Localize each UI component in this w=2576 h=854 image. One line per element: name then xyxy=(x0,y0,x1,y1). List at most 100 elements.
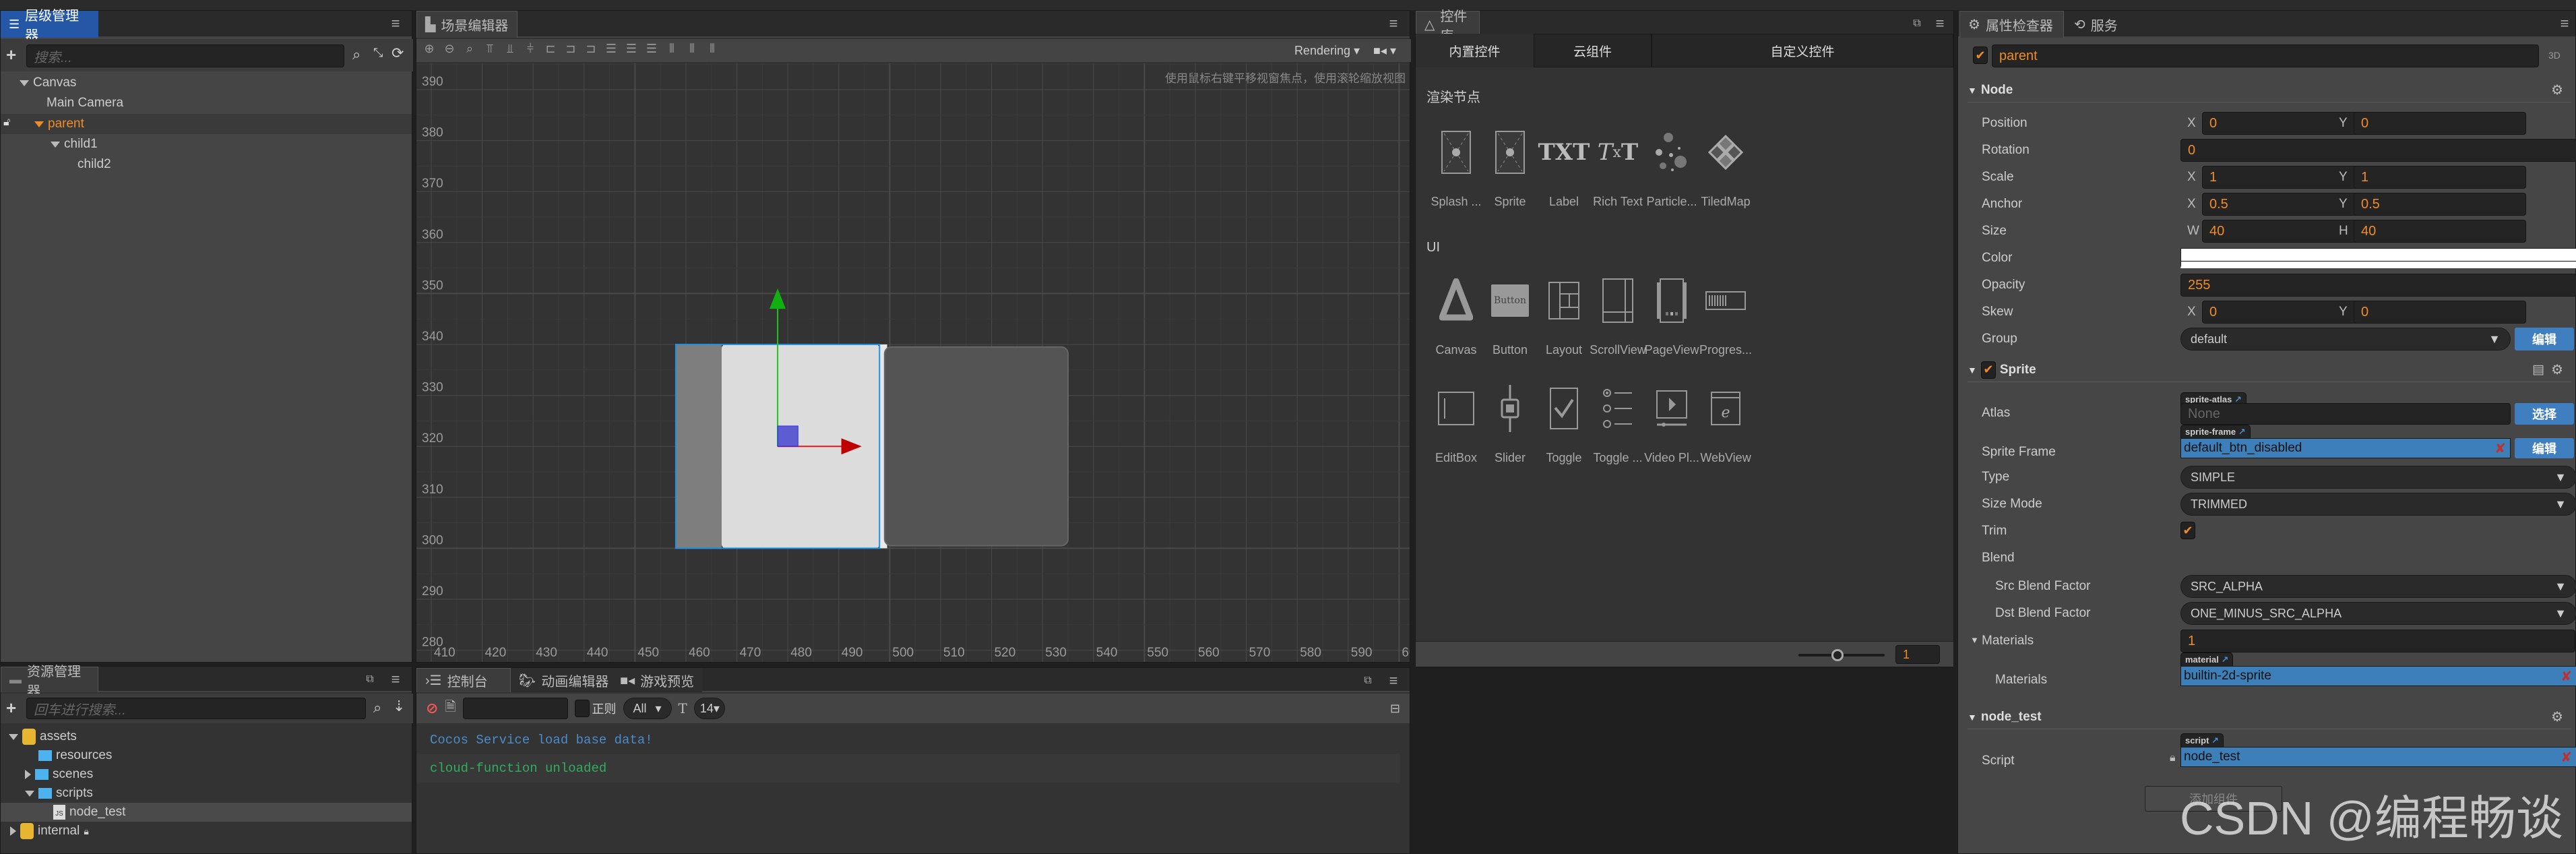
asset-scenes[interactable]: scenes xyxy=(1,765,412,784)
clear-icon[interactable]: ✘ xyxy=(2561,749,2572,766)
zoom-reset-icon[interactable]: ⌕ xyxy=(462,42,477,59)
add-node-icon[interactable]: + xyxy=(6,44,16,65)
expand-triangle-icon[interactable] xyxy=(20,80,29,86)
tab-animation-editor[interactable]: 🐎︎ 动画编辑器 xyxy=(511,668,617,692)
skew-x-input[interactable]: 0 xyxy=(2202,301,2375,324)
rotation-input[interactable]: 0 xyxy=(2180,139,2576,162)
panel-menu-icon[interactable]: ≡ xyxy=(387,16,404,31)
clear-icon[interactable]: ✘ xyxy=(2561,668,2572,685)
tree-node-child2[interactable]: child2 xyxy=(1,154,412,175)
sprite-section-header[interactable]: ▼ ✔ Sprite ▤ ⚙ xyxy=(1968,358,2571,382)
tab-custom-widgets[interactable]: 自定义控件 xyxy=(1652,34,1953,67)
group-edit-button[interactable]: 编辑 xyxy=(2515,328,2574,350)
distribute-hcenter-icon[interactable]: ⫴ xyxy=(685,42,699,59)
widget-progressbar[interactable]: Progres... xyxy=(1685,270,1766,371)
tab-cloud-components[interactable]: 云组件 xyxy=(1534,34,1652,67)
rendering-dropdown[interactable]: Rendering ▾ xyxy=(1294,44,1360,58)
position-y-input[interactable]: 0 xyxy=(2354,112,2526,135)
anchor-x-input[interactable]: 0.5 xyxy=(2202,193,2375,216)
expand-triangle-icon[interactable] xyxy=(9,733,18,740)
node-name-input[interactable]: parent xyxy=(1992,44,2539,67)
dst-blend-factor-select[interactable]: ONE_MINUS_SRC_ALPHA ▼ xyxy=(2180,602,2576,625)
gear-icon[interactable]: ⚙ xyxy=(2551,82,2563,98)
popout-icon[interactable]: ⧉ xyxy=(362,672,378,687)
console-filter-input[interactable] xyxy=(462,698,568,719)
clear-icon[interactable]: ✘ xyxy=(2494,440,2506,457)
panel-menu-icon[interactable]: ≡ xyxy=(1385,673,1402,688)
asset-scripts[interactable]: scripts xyxy=(1,784,412,803)
node-active-checkbox[interactable]: ✔ xyxy=(1973,47,1988,64)
sprite-enabled-checkbox[interactable]: ✔ xyxy=(1980,361,1996,379)
align-bottom-icon[interactable]: ⫩ xyxy=(523,42,538,59)
slider-knob[interactable] xyxy=(1831,649,1844,661)
trim-checkbox[interactable]: ✔ xyxy=(2180,522,2195,539)
asset-node-test[interactable]: JS node_test xyxy=(1,803,412,822)
tree-node-child1[interactable]: child1 xyxy=(1,134,412,154)
clear-icon[interactable]: ⊘ xyxy=(426,700,438,717)
panel-menu-icon[interactable]: ≡ xyxy=(1385,16,1402,31)
tree-node-main-camera[interactable]: Main Camera xyxy=(1,93,412,113)
align-right-icon[interactable]: ⊐ xyxy=(584,42,598,59)
refresh-icon[interactable]: ⟳ xyxy=(391,44,404,62)
align-top-icon[interactable]: ⫪ xyxy=(482,42,497,59)
tree-node-canvas[interactable]: Canvas xyxy=(1,73,412,93)
tree-node-parent[interactable]: 🔓︎ parent xyxy=(1,114,412,134)
icon-size-slider[interactable] xyxy=(1798,649,1885,661)
panel-menu-icon[interactable]: ≡ xyxy=(1932,16,1948,31)
hierarchy-search-input[interactable]: 搜索... xyxy=(26,44,344,67)
popout-icon[interactable]: ⧉ xyxy=(1360,673,1376,688)
search-icon[interactable]: ⌕ xyxy=(373,699,381,716)
materials-asset-field[interactable]: builtin-2d-sprite ✘ xyxy=(2180,666,2576,686)
widget-tiledmap[interactable]: TiledMap xyxy=(1685,122,1766,223)
tab-hierarchy[interactable]: ☰ 层级管理器 xyxy=(1,9,98,43)
distribute-left-icon[interactable]: ⫴ xyxy=(664,42,679,59)
3d-toggle[interactable]: 3D xyxy=(2548,50,2561,61)
atlas-field[interactable]: None xyxy=(2180,403,2511,425)
panel-menu-icon[interactable]: ≡ xyxy=(2556,16,2573,31)
align-left-icon[interactable]: ⊏ xyxy=(543,42,558,59)
materials-expand-icon[interactable]: ▼ xyxy=(1970,635,1979,645)
assets-search-input[interactable]: 回车进行搜索... xyxy=(26,698,366,719)
size-h-input[interactable]: 40 xyxy=(2354,220,2526,243)
opacity-input[interactable]: 255 xyxy=(2180,274,2576,297)
scene-grid[interactable]: 390380370360350340330320310300290280410 4… xyxy=(416,63,1410,662)
tab-scene-editor[interactable]: ▙ 场景编辑器 xyxy=(416,11,517,38)
expand-triangle-icon[interactable] xyxy=(10,826,16,836)
skew-y-input[interactable]: 0 xyxy=(2354,301,2526,324)
collapse-icon[interactable]: ⊟ xyxy=(1390,702,1400,716)
log-level-select[interactable]: All ▾ xyxy=(623,698,672,719)
scale-x-input[interactable]: 1 xyxy=(2202,166,2375,189)
expand-triangle-icon[interactable] xyxy=(25,770,31,779)
type-select[interactable]: SIMPLE ▼ xyxy=(2180,466,2576,489)
tab-assets[interactable]: ▬ 资源管理器 xyxy=(1,665,98,699)
sprite-frame-asset-field[interactable]: default_btn_disabled ✘ xyxy=(2180,438,2511,458)
tab-game-preview[interactable]: ■◂ 游戏预览 xyxy=(612,668,703,692)
atlas-select-button[interactable]: 选择 xyxy=(2515,403,2574,425)
tab-inspector[interactable]: ⚙ 属性检查器 xyxy=(1959,11,2064,38)
font-size-select[interactable]: 14 ▾ xyxy=(693,698,725,719)
popout-icon[interactable]: ⧉ xyxy=(1909,16,1925,31)
gear-icon[interactable]: ⚙ xyxy=(2551,708,2563,725)
asset-assets[interactable]: assets xyxy=(1,727,412,746)
size-w-input[interactable]: 40 xyxy=(2202,220,2375,243)
materials-count-input[interactable]: 1 xyxy=(2180,630,2575,652)
group-select[interactable]: default ▼ xyxy=(2180,328,2511,350)
unlock-icon[interactable]: 🔓︎ xyxy=(3,117,10,129)
align-vcenter-icon[interactable]: ⫫ xyxy=(503,42,517,59)
collapse-icon[interactable]: ⤡ xyxy=(373,46,383,60)
expand-triangle-icon[interactable] xyxy=(25,790,34,797)
regex-checkbox[interactable] xyxy=(574,700,590,717)
anchor-y-input[interactable]: 0.5 xyxy=(2354,193,2526,216)
position-x-input[interactable]: 0 xyxy=(2202,112,2375,135)
script-asset-field[interactable]: node_test ✘ xyxy=(2180,747,2576,767)
size-mode-select[interactable]: TRIMMED ▼ xyxy=(2180,493,2576,516)
gear-icon[interactable]: ⚙ xyxy=(2551,361,2563,378)
align-hcenter-icon[interactable]: ⊐ xyxy=(563,42,578,59)
expand-triangle-icon[interactable] xyxy=(51,141,60,148)
asset-internal[interactable]: internal 🔒︎ xyxy=(1,822,412,841)
panel-menu-icon[interactable]: ≡ xyxy=(387,672,404,687)
sprite-frame-button[interactable]: 编辑 xyxy=(2515,438,2574,458)
distribute-vcenter-icon[interactable]: ☰ xyxy=(624,42,639,59)
scale-y-input[interactable]: 1 xyxy=(2354,166,2526,189)
search-icon[interactable]: ⌕ xyxy=(352,46,360,63)
